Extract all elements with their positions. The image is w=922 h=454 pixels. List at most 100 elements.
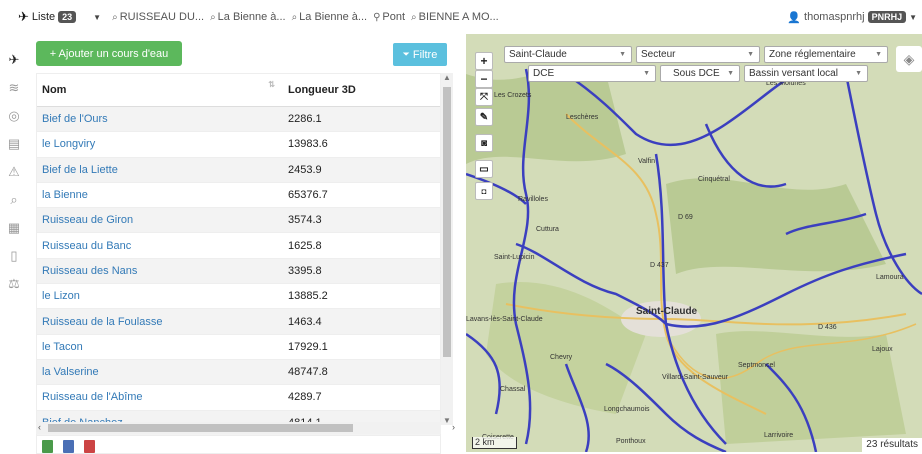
grid-icon[interactable]: ▦: [6, 220, 22, 236]
pdf-export-icon[interactable]: [84, 440, 95, 453]
user-menu[interactable]: 👤 thomaspnrhj PNRHJ ▼: [787, 0, 917, 34]
horizontal-scrollbar[interactable]: ‹ ›: [36, 422, 455, 434]
table-row[interactable]: Ruisseau des Nans 3395.8: [37, 258, 440, 285]
table-row[interactable]: Ruisseau de l'Abîme 4289.7: [37, 385, 440, 411]
place-label: Ravilloles: [518, 196, 548, 203]
table-row[interactable]: Ruisseau de Giron 3574.3: [37, 208, 440, 234]
tab-dropdown[interactable]: ▼: [79, 0, 109, 34]
place-label: Cuttura: [536, 226, 559, 233]
tab-label: BIENNE A MO...: [418, 11, 499, 23]
logo-icon: ✈: [18, 9, 29, 24]
search-icon[interactable]: ⌕: [6, 192, 22, 208]
river-name-link[interactable]: la Valserine: [37, 366, 283, 378]
river-name-link[interactable]: Ruisseau des Nans: [37, 265, 283, 277]
add-river-button[interactable]: + Ajouter un cours d'eau: [36, 41, 182, 66]
search-icon: ⌕: [210, 11, 216, 23]
excel-export-icon[interactable]: [42, 440, 53, 453]
folder-icon[interactable]: ▭: [475, 160, 493, 178]
search-icon: ⌕: [411, 11, 417, 23]
tab-1[interactable]: ⌕ RUISSEAU DU...: [109, 0, 207, 34]
secteur-select[interactable]: Secteur ▼: [636, 46, 760, 63]
select-value: DCE: [533, 68, 555, 79]
column-header-name[interactable]: Nom ⇅: [37, 80, 283, 96]
place-label: Cinquétral: [698, 176, 730, 183]
document-icon[interactable]: ▯: [6, 248, 22, 264]
river-length: 1625.8: [288, 239, 322, 252]
table-row[interactable]: le Lizon 13885.2: [37, 284, 440, 310]
tab-5[interactable]: ⌕ BIENNE A MO...: [408, 0, 502, 34]
scroll-up-icon[interactable]: ▲: [443, 73, 451, 82]
river-name-link[interactable]: Bief de la Liette: [37, 164, 283, 176]
river-name-link[interactable]: la Bienne: [37, 189, 283, 201]
export-buttons: [42, 440, 95, 453]
table-row[interactable]: Bief de la Liette 2453.9: [37, 157, 440, 183]
tab-4[interactable]: ⚲ Pont: [370, 0, 408, 34]
building-icon[interactable]: ▤: [6, 136, 22, 152]
measure-icon[interactable]: ✎: [475, 108, 493, 126]
scale-icon[interactable]: ⚖: [6, 276, 22, 292]
sort-icon[interactable]: ⇅: [268, 80, 275, 89]
fish-icon[interactable]: ◎: [6, 108, 22, 124]
result-count: 23 résultats: [862, 438, 922, 452]
map-canvas[interactable]: [466, 34, 922, 452]
dce-select[interactable]: DCE ▼: [528, 65, 656, 82]
river-name-link[interactable]: le Tacon: [37, 341, 283, 353]
river-name-link[interactable]: Ruisseau du Banc: [37, 240, 283, 252]
word-export-icon[interactable]: [63, 440, 74, 453]
scroll-right-icon[interactable]: ›: [452, 422, 455, 432]
table-header: Nom ⇅ Longueur 3D: [37, 74, 440, 107]
tab-2[interactable]: ⌕ La Bienne à...: [207, 0, 289, 34]
map[interactable]: Les Crozets Leschères Valfin Cinquétral Ravi…: [466, 34, 922, 452]
zone-select[interactable]: Zone réglementaire ▼: [764, 46, 888, 63]
warning-icon[interactable]: ⚠: [6, 164, 22, 180]
tab-list[interactable]: ✈ Liste 23: [0, 0, 79, 34]
river-logo-icon[interactable]: ✈: [6, 52, 22, 68]
river-name-link[interactable]: Ruisseau de Giron: [37, 214, 283, 226]
place-label: D 436: [818, 324, 837, 331]
place-label: Chevry: [550, 354, 573, 361]
river-name-link[interactable]: le Lizon: [37, 290, 283, 302]
scroll-left-icon[interactable]: ‹: [38, 422, 41, 432]
select-area-icon[interactable]: ◘: [475, 182, 493, 200]
sous-dce-select[interactable]: Sous DCE ▼: [660, 65, 740, 82]
river-length: 48747.8: [288, 366, 328, 379]
filter-button[interactable]: ⏷ Filtre: [393, 43, 447, 66]
table-row[interactable]: le Tacon 17929.1: [37, 335, 440, 360]
river-name-link[interactable]: le Longviry: [37, 138, 283, 150]
waves-icon[interactable]: ≋: [6, 80, 22, 96]
river-length: 13983.6: [288, 138, 328, 151]
river-name-link[interactable]: Ruisseau de l'Abîme: [37, 391, 283, 403]
layers-icon[interactable]: ◈: [896, 46, 922, 72]
zoom-in-button[interactable]: +: [475, 52, 493, 70]
sidebar: ✈ ≋ ◎ ▤ ⚠ ⌕ ▦ ▯ ⚖: [0, 34, 30, 452]
place-label: D 69: [678, 214, 693, 221]
bassin-select[interactable]: Bassin versant local ▼: [744, 65, 868, 82]
username: thomaspnrhj: [804, 11, 865, 23]
zoom-out-button[interactable]: −: [475, 70, 493, 88]
place-label: Ponthoux: [616, 438, 646, 445]
table-row[interactable]: Bief de l'Ours 2286.1: [37, 107, 440, 133]
table-row[interactable]: la Valserine 48747.8: [37, 359, 440, 386]
scale-bar: 2 km: [472, 437, 517, 449]
table-row[interactable]: Ruisseau de la Foulasse 1463.4: [37, 309, 440, 335]
table-row[interactable]: Ruisseau du Banc 1625.8: [37, 233, 440, 259]
column-header-length[interactable]: Longueur 3D: [283, 84, 438, 96]
place-label: Villard-Saint-Sauveur: [662, 374, 729, 381]
tab-3[interactable]: ⌕ La Bienne à...: [289, 0, 371, 34]
scroll-thumb[interactable]: [443, 87, 451, 357]
place-label: Saint-Lupicin: [494, 254, 535, 261]
caret-down-icon: ▼: [909, 12, 917, 22]
vertical-scrollbar[interactable]: ▲ ▼: [441, 73, 453, 425]
scroll-thumb[interactable]: [48, 424, 353, 432]
camera-icon[interactable]: ◙: [475, 134, 493, 152]
scroll-down-icon[interactable]: ▼: [443, 416, 451, 425]
river-name-link[interactable]: Bief de l'Ours: [37, 113, 283, 125]
river-length: 4289.7: [288, 391, 322, 404]
fullscreen-icon[interactable]: ⤧: [475, 88, 493, 106]
table-row[interactable]: le Longviry 13983.6: [37, 132, 440, 158]
commune-select[interactable]: Saint-Claude ▼: [504, 46, 632, 63]
table-row[interactable]: la Bienne 65376.7: [37, 183, 440, 209]
chevron-down-icon: ▼: [855, 70, 862, 77]
river-name-link[interactable]: Ruisseau de la Foulasse: [37, 316, 283, 328]
search-icon: ⌕: [291, 11, 298, 23]
